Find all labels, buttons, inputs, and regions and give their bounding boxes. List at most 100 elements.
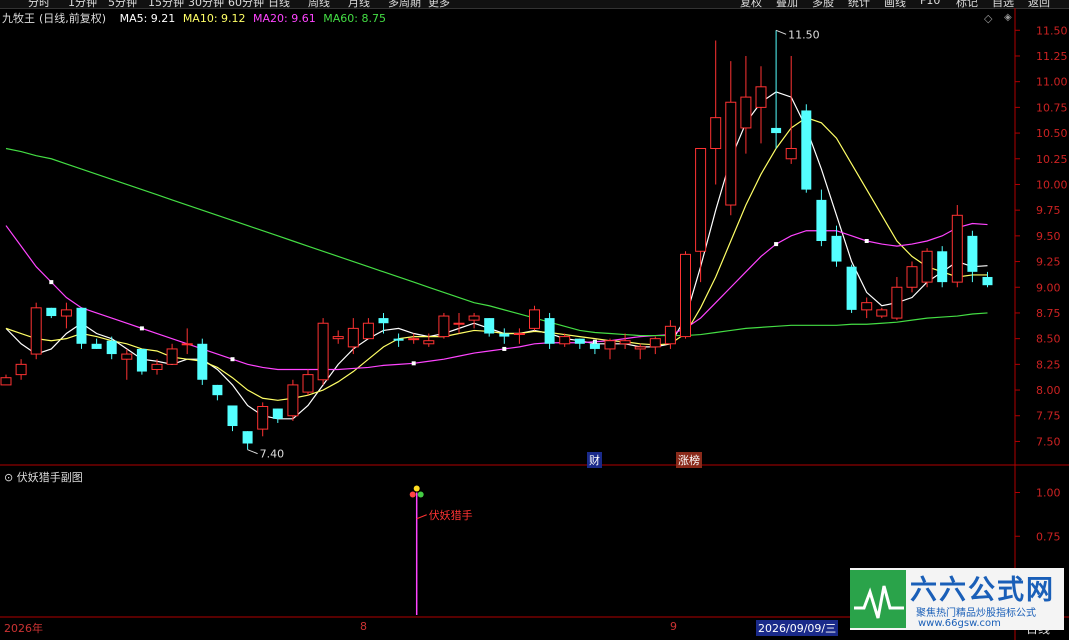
chart-stage: 分时 1分钟 5分钟 15分钟 30分钟 60分钟 日线 周线 月线 多周期 更多 复权 叠加 多股 统计画… bbox=[0, 0, 1069, 640]
candle-body bbox=[544, 318, 555, 344]
candle-body bbox=[921, 250, 933, 283]
logo-icon bbox=[850, 570, 906, 628]
candle-body bbox=[846, 266, 857, 310]
collapse-icon[interactable]: ⊙ bbox=[4, 471, 13, 484]
candle-body bbox=[891, 286, 903, 319]
candle-body bbox=[831, 235, 842, 262]
candle-body bbox=[649, 338, 661, 348]
y-tick-label: 11.00 bbox=[1036, 76, 1068, 89]
candle-body bbox=[951, 214, 963, 283]
sub-y-tick-label: 1.00 bbox=[1036, 487, 1061, 500]
candle-body bbox=[151, 363, 163, 370]
ma20-marker bbox=[139, 326, 144, 331]
logo-url: www.66gsw.com bbox=[918, 618, 1001, 629]
y-tick-label: 8.75 bbox=[1036, 307, 1061, 320]
y-tick-label: 10.75 bbox=[1036, 101, 1068, 114]
candle-body bbox=[816, 199, 827, 241]
y-tick-label: 9.00 bbox=[1036, 281, 1061, 294]
candle-body bbox=[604, 340, 616, 350]
candle-body bbox=[785, 147, 797, 160]
candle-body bbox=[589, 343, 600, 349]
candle-body bbox=[695, 147, 707, 252]
x-label-aug: 8 bbox=[360, 620, 367, 633]
candle-body bbox=[393, 338, 404, 341]
badge-cai[interactable]: 财 bbox=[587, 452, 602, 468]
x-label-year: 2026年 bbox=[4, 622, 43, 635]
candle-body bbox=[76, 307, 87, 344]
candle-body bbox=[423, 340, 435, 345]
candle-body bbox=[725, 101, 737, 206]
badge-zhangbang[interactable]: 涨榜 bbox=[676, 452, 702, 468]
signal-marker-left bbox=[409, 491, 416, 498]
x-label-sep: 9 bbox=[670, 620, 677, 633]
candle-body bbox=[272, 408, 283, 419]
sub-y-tick-label: 0.75 bbox=[1036, 530, 1061, 543]
candle-body bbox=[212, 384, 223, 396]
low-pointer bbox=[247, 449, 258, 455]
candle-body bbox=[302, 374, 314, 393]
candle-body bbox=[710, 117, 722, 149]
y-tick-label: 10.25 bbox=[1036, 153, 1068, 166]
candle-body bbox=[408, 338, 420, 341]
candle-body bbox=[91, 343, 102, 349]
logo-slogan: 聚焦热门精品炒股指标公式 bbox=[916, 608, 1036, 619]
ma20-marker bbox=[411, 361, 416, 366]
y-tick-label: 8.50 bbox=[1036, 333, 1061, 346]
candle-body bbox=[529, 309, 540, 329]
candle-body bbox=[861, 302, 873, 311]
signal-marker-top bbox=[413, 485, 420, 492]
low-label: 7.40 bbox=[260, 448, 285, 461]
y-tick-label: 9.25 bbox=[1036, 256, 1061, 269]
price-chart: 7.50 7.75 8.00 8.25 8.50 8.75 9.00 9.25 9.50 9.75… bbox=[0, 8, 1069, 640]
subchart-title: ⊙ 伏妖猎手副图 bbox=[4, 469, 83, 485]
candle-body bbox=[46, 307, 57, 317]
candle-body bbox=[484, 318, 495, 334]
ma20-marker bbox=[49, 280, 54, 285]
candle-body bbox=[121, 353, 133, 360]
y-tick-label: 7.75 bbox=[1036, 410, 1061, 423]
y-tick-label: 9.75 bbox=[1036, 204, 1061, 217]
candle-body bbox=[876, 309, 888, 317]
y-tick-label: 10.50 bbox=[1036, 127, 1068, 140]
y-tick-label: 11.50 bbox=[1036, 24, 1068, 37]
candle-body bbox=[574, 338, 585, 344]
candle-body bbox=[453, 322, 465, 325]
candle-body bbox=[332, 336, 344, 340]
candle-body bbox=[0, 377, 12, 386]
high-label: 11.50 bbox=[788, 28, 820, 41]
candle-body bbox=[801, 110, 812, 190]
candle-body bbox=[559, 336, 571, 345]
candle-body bbox=[755, 86, 767, 108]
subchart-title-text: 伏妖猎手副图 bbox=[16, 471, 83, 484]
candle-body bbox=[680, 253, 691, 338]
cursor-date: 2026/09/09/三 bbox=[756, 620, 839, 636]
candle-body bbox=[619, 340, 631, 345]
candle-body bbox=[499, 333, 510, 337]
candle-body bbox=[257, 405, 269, 430]
candle-body bbox=[982, 276, 993, 286]
y-tick-label: 10.00 bbox=[1036, 178, 1068, 191]
signal-pointer bbox=[416, 514, 427, 520]
candle-body bbox=[30, 307, 42, 355]
candle-body bbox=[634, 346, 646, 350]
candle-body bbox=[771, 127, 782, 134]
y-tick-label: 7.50 bbox=[1036, 435, 1061, 448]
y-tick-label: 8.00 bbox=[1036, 384, 1061, 397]
candle-body bbox=[347, 327, 359, 348]
ma20-marker bbox=[502, 346, 507, 351]
candle-body bbox=[136, 348, 147, 372]
y-tick-label: 8.25 bbox=[1036, 358, 1061, 371]
candle-body bbox=[967, 235, 978, 272]
candle-body bbox=[664, 325, 676, 345]
candle-body bbox=[242, 431, 253, 444]
candle-body bbox=[513, 333, 525, 336]
candle-body bbox=[362, 322, 374, 340]
candle-body bbox=[740, 96, 752, 129]
high-pointer bbox=[775, 29, 787, 35]
signal-marker-right bbox=[417, 491, 424, 498]
watermark-logo: 六六公式网 聚焦热门精品炒股指标公式 www.66gsw.com bbox=[850, 568, 1064, 630]
y-tick-label: 11.25 bbox=[1036, 50, 1068, 63]
y-tick-label: 9.50 bbox=[1036, 230, 1061, 243]
candle-body bbox=[287, 384, 299, 417]
candle-body bbox=[317, 322, 329, 381]
